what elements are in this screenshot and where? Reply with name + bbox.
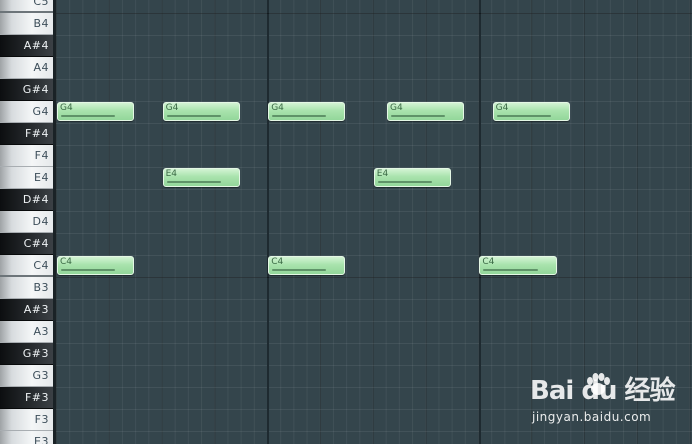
piano-key-e4[interactable]: E4 <box>0 167 53 189</box>
piano-key-c5[interactable]: C5 <box>0 0 53 13</box>
note-velocity-bar <box>496 115 551 117</box>
piano-key-f3[interactable]: F3 <box>0 409 53 431</box>
piano-key-g3[interactable]: G3 <box>0 365 53 387</box>
note-e4[interactable]: E4 <box>162 168 240 187</box>
piano-key-c-sharp-4[interactable]: C#4 <box>0 233 53 255</box>
note-label: G4 <box>495 103 509 113</box>
piano-roll-window: C5 B4 A#4 A4 G#4 G4 F#4 F4 E4 D#4 D4 C#4 C4 B3 A#3 A3 G#… <box>0 0 692 444</box>
note-velocity-bar <box>61 269 116 271</box>
note-label: C4 <box>60 257 73 267</box>
piano-key-c4[interactable]: C4 <box>0 255 53 277</box>
piano-key-e3[interactable]: E3 <box>0 431 53 444</box>
note-c4[interactable]: C4 <box>57 256 135 275</box>
note-label: C4 <box>271 257 284 267</box>
piano-key-f-sharp-4[interactable]: F#4 <box>0 123 53 145</box>
piano-key-d4[interactable]: D4 <box>0 211 53 233</box>
note-velocity-bar <box>272 269 327 271</box>
piano-key-g-sharp-4[interactable]: G#4 <box>0 79 53 101</box>
bar-line <box>479 0 481 444</box>
note-velocity-bar <box>166 181 221 183</box>
note-g4[interactable]: G4 <box>57 102 135 121</box>
piano-key-g4[interactable]: G4 <box>0 101 53 123</box>
note-label: E4 <box>376 169 389 179</box>
piano-key-a-sharp-3[interactable]: A#3 <box>0 299 53 321</box>
piano-keyboard: C5 B4 A#4 A4 G#4 G4 F#4 F4 E4 D#4 D4 C#4 C4 B3 A#3 A3 G#… <box>0 0 56 444</box>
note-velocity-bar <box>377 181 432 183</box>
piano-key-f4[interactable]: F4 <box>0 145 53 167</box>
bar-line <box>267 0 269 444</box>
note-g4[interactable]: G4 <box>162 102 240 121</box>
note-label: C4 <box>482 257 495 267</box>
note-label: G4 <box>271 103 284 113</box>
note-label: G4 <box>390 103 403 113</box>
note-label: G4 <box>165 103 179 113</box>
piano-key-a3[interactable]: A3 <box>0 321 53 343</box>
note-velocity-bar <box>483 269 538 271</box>
note-velocity-bar <box>166 115 221 117</box>
note-g4[interactable]: G4 <box>387 102 465 121</box>
octave-line <box>56 277 692 278</box>
note-velocity-bar <box>391 115 446 117</box>
piano-key-d-sharp-4[interactable]: D#4 <box>0 189 53 211</box>
piano-key-b3[interactable]: B3 <box>0 277 53 299</box>
piano-key-g-sharp-3[interactable]: G#3 <box>0 343 53 365</box>
octave-line <box>56 13 692 14</box>
note-c4[interactable]: C4 <box>268 256 346 275</box>
piano-key-b4[interactable]: B4 <box>0 13 53 35</box>
note-label: G4 <box>60 103 73 113</box>
piano-key-f-sharp-3[interactable]: F#3 <box>0 387 53 409</box>
note-velocity-bar <box>61 115 116 117</box>
note-e4[interactable]: E4 <box>373 168 451 187</box>
note-grid[interactable]: G4 G4 G4 G4 G4 E4 E4 C4 C4 C4 <box>56 0 692 444</box>
note-g4[interactable]: G4 <box>268 102 346 121</box>
note-label: E4 <box>165 169 178 179</box>
piano-key-a-sharp-4[interactable]: A#4 <box>0 35 53 57</box>
note-velocity-bar <box>272 115 327 117</box>
piano-key-a4[interactable]: A4 <box>0 57 53 79</box>
note-c4[interactable]: C4 <box>479 256 557 275</box>
note-g4[interactable]: G4 <box>492 102 570 121</box>
